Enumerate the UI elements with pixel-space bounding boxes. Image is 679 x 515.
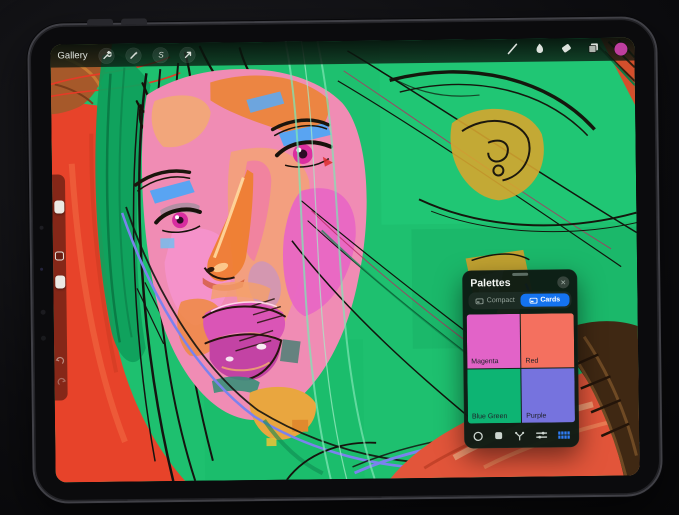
smudge-tool-icon[interactable] [533,41,545,59]
modify-button[interactable] [55,251,64,260]
brush-tool-icon[interactable] [506,41,518,59]
toolbar-left-group: Gallery S [57,46,195,64]
tab-cards-label: Cards [540,296,560,303]
transform-arrow-icon[interactable] [179,46,195,62]
backdrop: Gallery S [0,0,679,515]
disc-mode-icon[interactable] [473,431,483,441]
palette-card-blue-green[interactable]: Blue Green [467,369,520,423]
palettes-panel: Palettes × Compact Cards Magenta [462,269,579,448]
tablet-device: Gallery S [27,16,663,504]
sensor-dot [40,268,43,271]
panel-title: Palettes [470,277,510,289]
redo-button[interactable] [55,375,66,386]
card-label: Magenta [471,358,498,365]
toolbar-right-group [506,40,627,59]
harmony-mode-icon[interactable] [514,430,525,440]
value-mode-icon[interactable] [536,431,547,440]
gallery-button[interactable]: Gallery [57,50,87,61]
app-screen: Gallery S [50,37,639,482]
palette-view-tabs: Compact Cards [468,291,571,309]
classic-mode-icon[interactable] [494,431,503,440]
active-color-swatch[interactable] [614,43,627,56]
close-icon[interactable]: × [557,276,569,288]
color-mode-bar [464,422,579,448]
actions-wrench-icon[interactable] [98,47,114,63]
card-label: Red [525,357,538,364]
tab-compact[interactable]: Compact [470,294,520,308]
sensor-dot [41,336,46,341]
tab-cards[interactable]: Cards [520,293,570,307]
tab-compact-label: Compact [487,297,515,304]
adjustments-wand-icon[interactable] [125,47,141,63]
compact-card-icon [476,298,484,304]
sensor-dot [41,310,46,315]
card-label: Purple [526,413,546,420]
selection-icon[interactable]: S [152,47,168,63]
volume-up-button [87,19,113,25]
card-label: Blue Green [472,413,508,420]
eraser-tool-icon[interactable] [560,41,572,59]
cards-card-icon [529,297,537,303]
front-camera [40,226,44,230]
palette-card-purple[interactable]: Purple [522,368,575,422]
volume-down-button [121,18,147,24]
panel-header: Palettes × [462,275,577,292]
palette-card-red[interactable]: Red [521,313,574,367]
palettes-mode-icon[interactable] [558,431,570,439]
svg-text:S: S [158,50,164,59]
brush-sidebar [52,174,68,400]
brush-size-slider[interactable] [54,200,64,213]
opacity-slider[interactable] [55,275,65,288]
palette-card-magenta[interactable]: Magenta [467,314,520,368]
layers-icon[interactable] [587,40,599,58]
palette-card-grid: Magenta Red Blue Green Purple [467,313,575,423]
undo-button[interactable] [55,354,66,365]
